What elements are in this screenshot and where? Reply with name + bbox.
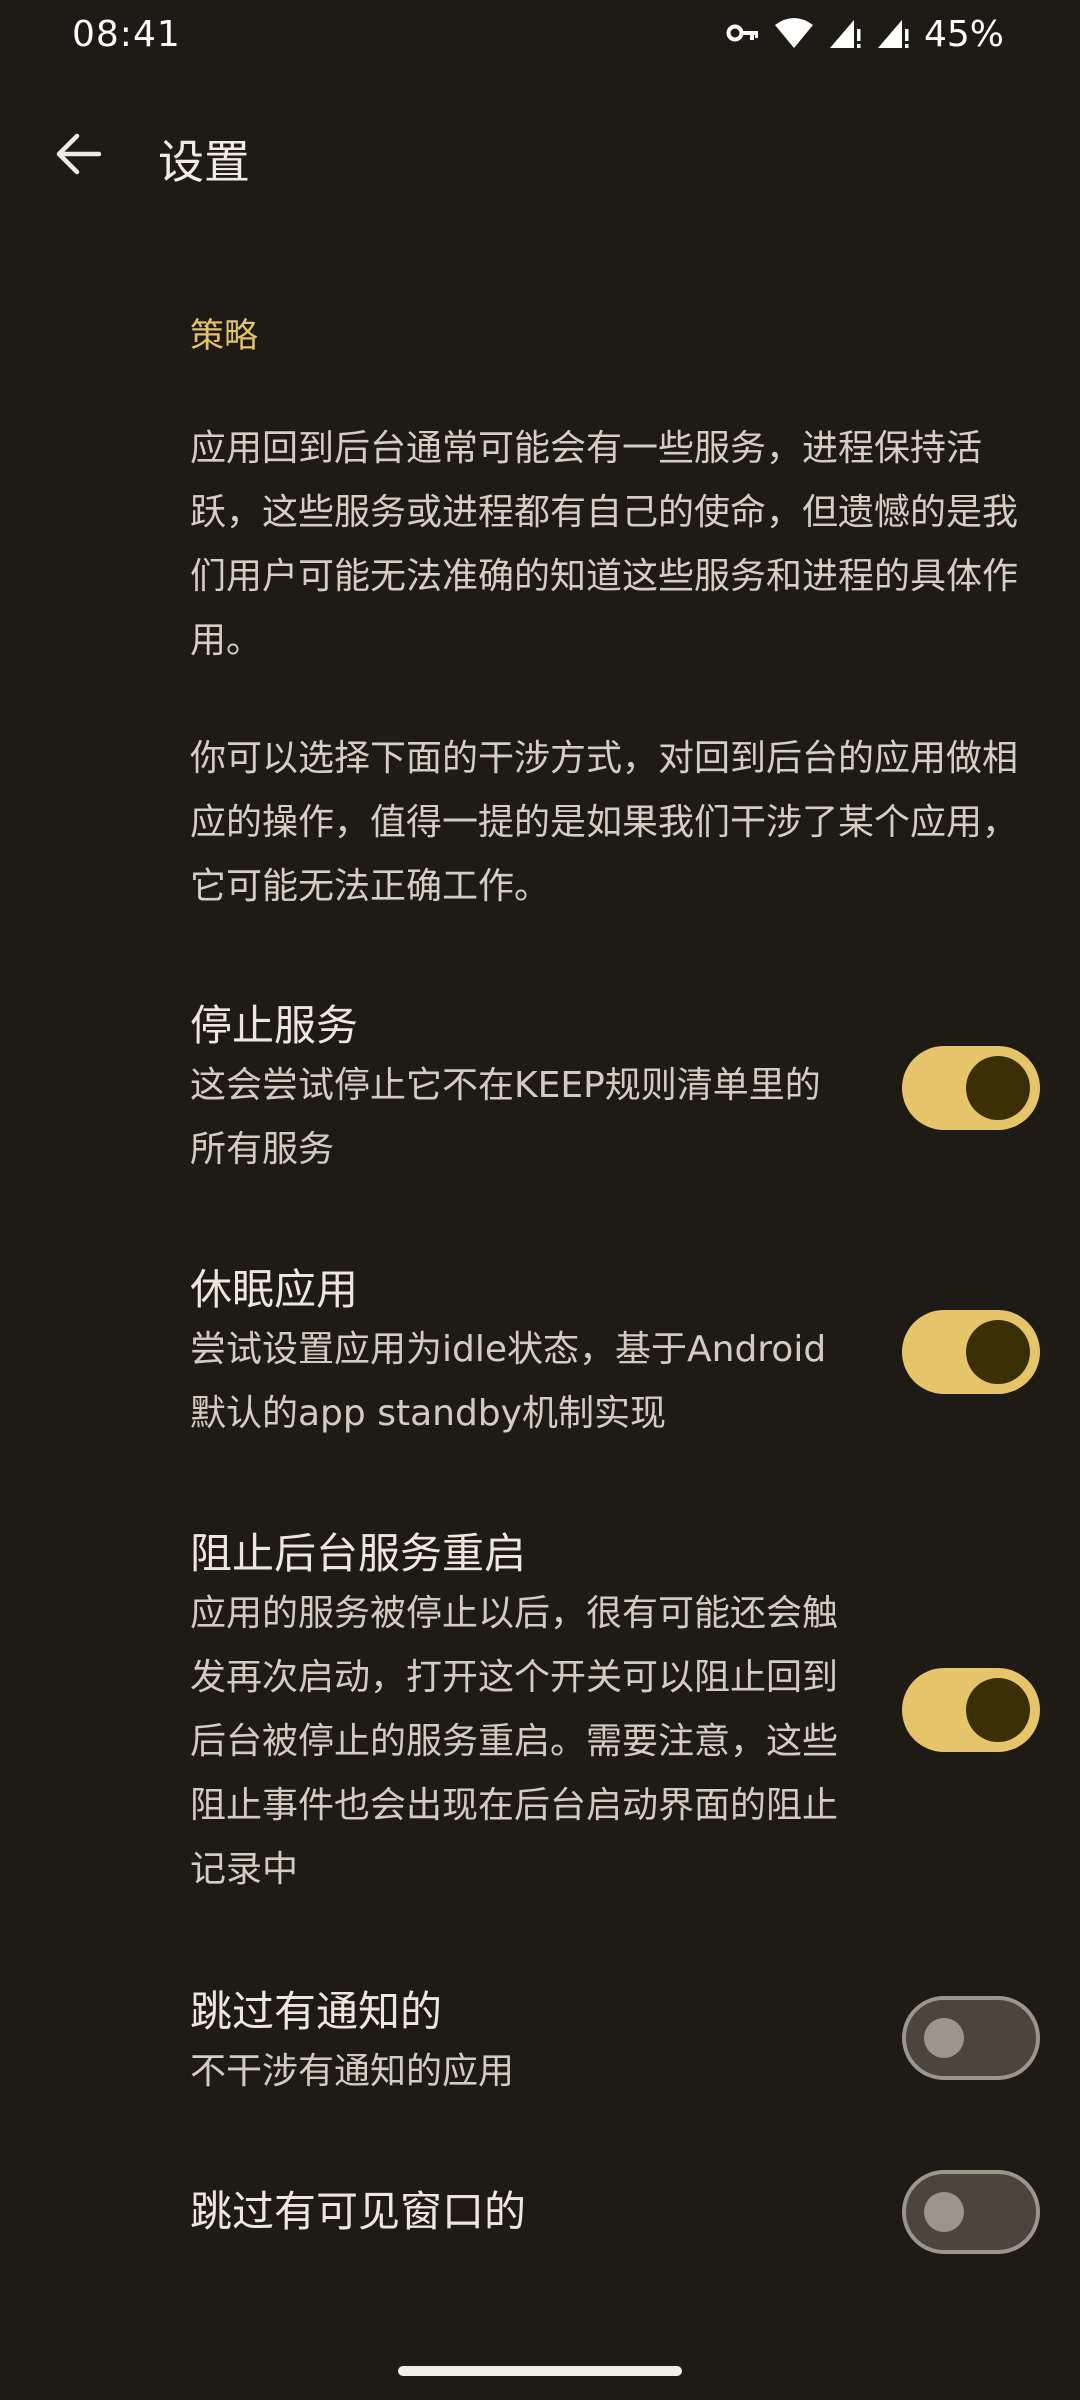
idle-app-switch[interactable] — [902, 1310, 1040, 1394]
status-time: 08:41 — [72, 14, 181, 55]
setting-stop-service[interactable]: 停止服务 这会尝试停止它不在KEEP规则清单里的所有服务 — [190, 998, 1080, 1182]
vpn-key-icon — [726, 23, 760, 47]
cell-signal-icon — [828, 17, 862, 53]
description-paragraph: 你可以选择下面的干涉方式，对回到后台的应用做相应的操作，值得一提的是如果我们干涉… — [190, 738, 1019, 907]
back-button[interactable] — [44, 122, 112, 190]
setting-block-restart[interactable]: 阻止后台服务重启 应用的服务被停止以后，很有可能还会触发再次启动，打开这个开关可… — [190, 1526, 1080, 1902]
setting-skip-visible-window[interactable]: 跳过有可见窗口的 — [190, 2170, 1080, 2254]
status-bar: 08:41 45% — [0, 0, 1080, 78]
block-restart-switch[interactable] — [902, 1668, 1040, 1752]
switch-thumb — [924, 2018, 964, 2058]
setting-summary: 这会尝试停止它不在KEEP规则清单里的所有服务 — [190, 1065, 821, 1170]
setting-summary: 尝试设置应用为idle状态，基于Android默认的app standby机制实… — [190, 1329, 827, 1434]
skip-notification-switch[interactable] — [902, 1996, 1040, 2080]
setting-title: 阻止后台服务重启 — [190, 1529, 527, 1578]
setting-skip-notification[interactable]: 跳过有通知的 不干涉有通知的应用 — [190, 1984, 1080, 2104]
setting-summary: 不干涉有通知的应用 — [190, 2051, 515, 2092]
policy-section: 策略 应用回到后台通常可能会有一些服务，进程保持活跃，这些服务或进程都有自己的使… — [190, 300, 1020, 919]
switch-thumb — [924, 2192, 964, 2232]
switch-thumb — [966, 1320, 1030, 1384]
description-paragraph: 应用回到后台通常可能会有一些服务，进程保持活跃，这些服务或进程都有自己的使命，但… — [190, 428, 1019, 661]
section-header: 策略 — [190, 316, 258, 356]
setting-idle-app[interactable]: 休眠应用 尝试设置应用为idle状态，基于Android默认的app stand… — [190, 1262, 1080, 1446]
switch-thumb — [966, 1678, 1030, 1742]
skip-visible-window-switch[interactable] — [902, 2170, 1040, 2254]
page-title: 设置 — [158, 135, 250, 189]
stop-service-switch[interactable] — [902, 1046, 1040, 1130]
setting-summary: 应用的服务被停止以后，很有可能还会触发再次启动，打开这个开关可以阻止回到后台被停… — [190, 1593, 839, 1890]
battery-percent: 45% — [923, 14, 1004, 55]
wifi-icon — [774, 17, 814, 53]
top-app-bar: 设置 — [0, 100, 1080, 212]
cell-signal-icon — [876, 17, 910, 53]
arrow-back-icon — [55, 133, 102, 179]
status-icons: 45% — [726, 14, 1004, 55]
home-indicator[interactable] — [398, 2366, 682, 2376]
switch-thumb — [966, 1056, 1030, 1120]
